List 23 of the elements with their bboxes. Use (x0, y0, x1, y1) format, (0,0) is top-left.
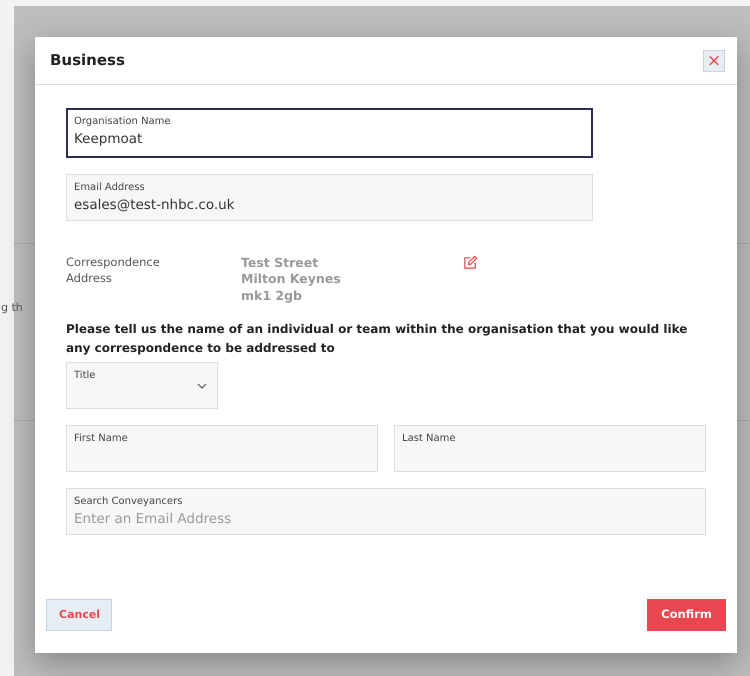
input-field[interactable]: First Name (66, 425, 378, 472)
instruction-text: Please tell us the name of an individual or team within the organisation that you would like any correspondence to be addressed to (66, 320, 688, 357)
field-label: Title (74, 369, 96, 384)
dialog-title: Business (50, 50, 125, 72)
text-input[interactable]: Enter an Email Address (74, 509, 698, 530)
text-input[interactable]: Keepmoat (74, 129, 585, 150)
chevron-down-icon (197, 383, 207, 390)
field-label: First Name (74, 432, 129, 446)
select-field[interactable]: Title (66, 362, 218, 410)
input-field[interactable]: Search Conveyancers Enter an Email Address (66, 488, 706, 536)
field-label: Last Name (402, 432, 457, 446)
field-label: Search Conveyancers (74, 495, 184, 510)
input-field[interactable]: Email Address esales@test-nhbc.co.uk (66, 174, 593, 221)
background-text: g th (1, 300, 23, 316)
input-field[interactable]: Last Name (394, 425, 706, 472)
field-label: Organisation Name (74, 115, 172, 129)
confirm-button[interactable]: Confirm (647, 599, 726, 631)
edit-icon[interactable] (463, 255, 478, 270)
field-label: Email Address (74, 181, 146, 195)
input-field[interactable]: Organisation Name Keepmoat (66, 108, 593, 158)
text-input[interactable]: esales@test-nhbc.co.uk (74, 195, 585, 216)
address-text: Test Street Milton Keynes mk1 2gb (241, 255, 342, 304)
address-label: Correspondence Address (66, 255, 161, 287)
